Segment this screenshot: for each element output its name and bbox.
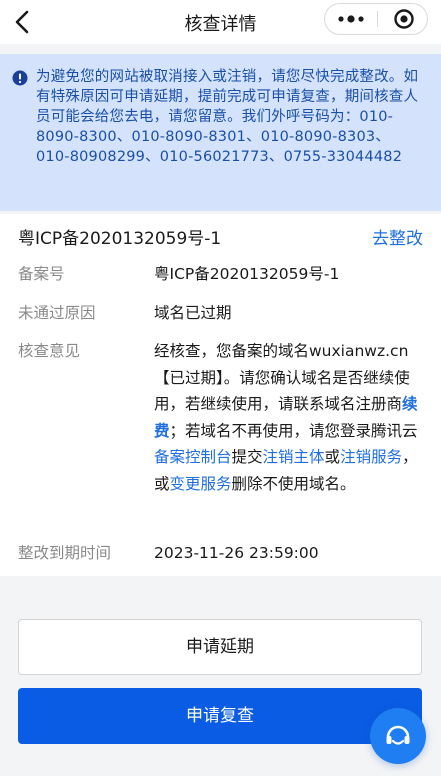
deadline-row: 整改到期时间 2023-11-26 23:59:00 bbox=[18, 540, 423, 566]
fail-reason-label: 未通过原因 bbox=[18, 304, 96, 322]
card-header: 粤ICP备2020132059号-1 去整改 bbox=[18, 224, 423, 250]
filing-console-link[interactable]: 备案控制台 bbox=[154, 448, 232, 466]
icp-number-title: 粤ICP备2020132059号-1 bbox=[18, 229, 222, 249]
record-detail-card: 粤ICP备2020132059号-1 去整改 备案号 粤ICP备20201320… bbox=[0, 214, 441, 576]
deadline-value: 2023-11-26 23:59:00 bbox=[154, 544, 319, 562]
deadline-label: 整改到期时间 bbox=[18, 544, 112, 562]
headset-icon bbox=[386, 725, 410, 745]
chevron-left-icon bbox=[15, 10, 29, 34]
warning-notice: 为避免您的网站被取消接入或注销，请您尽快完成整改。如有特殊原因可申请延期，提前完… bbox=[0, 54, 441, 211]
review-opinion-label: 核查意见 bbox=[18, 342, 81, 360]
opinion-text-4: 或 bbox=[324, 448, 341, 466]
opinion-text-3: 提交 bbox=[231, 448, 263, 466]
filing-number-label: 备案号 bbox=[18, 265, 65, 283]
opinion-text-1: 经核查，您备案的域名wuxianwz.cn【已过期】。请您确认域名是否继续使用，… bbox=[154, 342, 410, 413]
more-button[interactable] bbox=[325, 4, 377, 34]
rectify-link[interactable]: 去整改 bbox=[372, 224, 423, 249]
apply-recheck-button[interactable]: 申请复查 bbox=[18, 688, 422, 744]
mini-program-capsule bbox=[324, 3, 428, 35]
review-opinion-text: 经核查，您备案的域名wuxianwz.cn【已过期】。请您确认域名是否继续使用，… bbox=[154, 338, 423, 497]
apply-extension-button[interactable]: 申请延期 bbox=[18, 619, 422, 675]
cancel-entity-link[interactable]: 注销主体 bbox=[263, 448, 325, 466]
filing-number-value: 粤ICP备2020132059号-1 bbox=[154, 265, 340, 283]
customer-support-button[interactable] bbox=[370, 708, 426, 764]
opinion-text-6: 删除不使用域名。 bbox=[231, 474, 356, 493]
change-service-link[interactable]: 变更服务 bbox=[170, 475, 232, 493]
more-dots-icon bbox=[338, 15, 364, 23]
close-mini-program-button[interactable] bbox=[378, 4, 428, 34]
nav-bar: 核查详情 bbox=[0, 0, 441, 44]
review-opinion-row: 核查意见 经核查，您备案的域名wuxianwz.cn【已过期】。请您确认域名是否… bbox=[18, 338, 423, 528]
notice-text: 为避免您的网站被取消接入或注销，请您尽快完成整改。如有特殊原因可申请延期，提前完… bbox=[36, 69, 419, 165]
opinion-text-2: ；若域名不再使用，请您登录腾讯云 bbox=[169, 421, 418, 440]
back-button[interactable] bbox=[10, 8, 36, 36]
fail-reason-row: 未通过原因 域名已过期 bbox=[18, 300, 423, 326]
target-circle-icon bbox=[394, 9, 414, 29]
fail-reason-value: 域名已过期 bbox=[154, 304, 232, 322]
cancel-service-link[interactable]: 注销服务 bbox=[340, 448, 402, 466]
filing-number-row: 备案号 粤ICP备2020132059号-1 bbox=[18, 261, 423, 287]
info-icon bbox=[12, 70, 28, 86]
